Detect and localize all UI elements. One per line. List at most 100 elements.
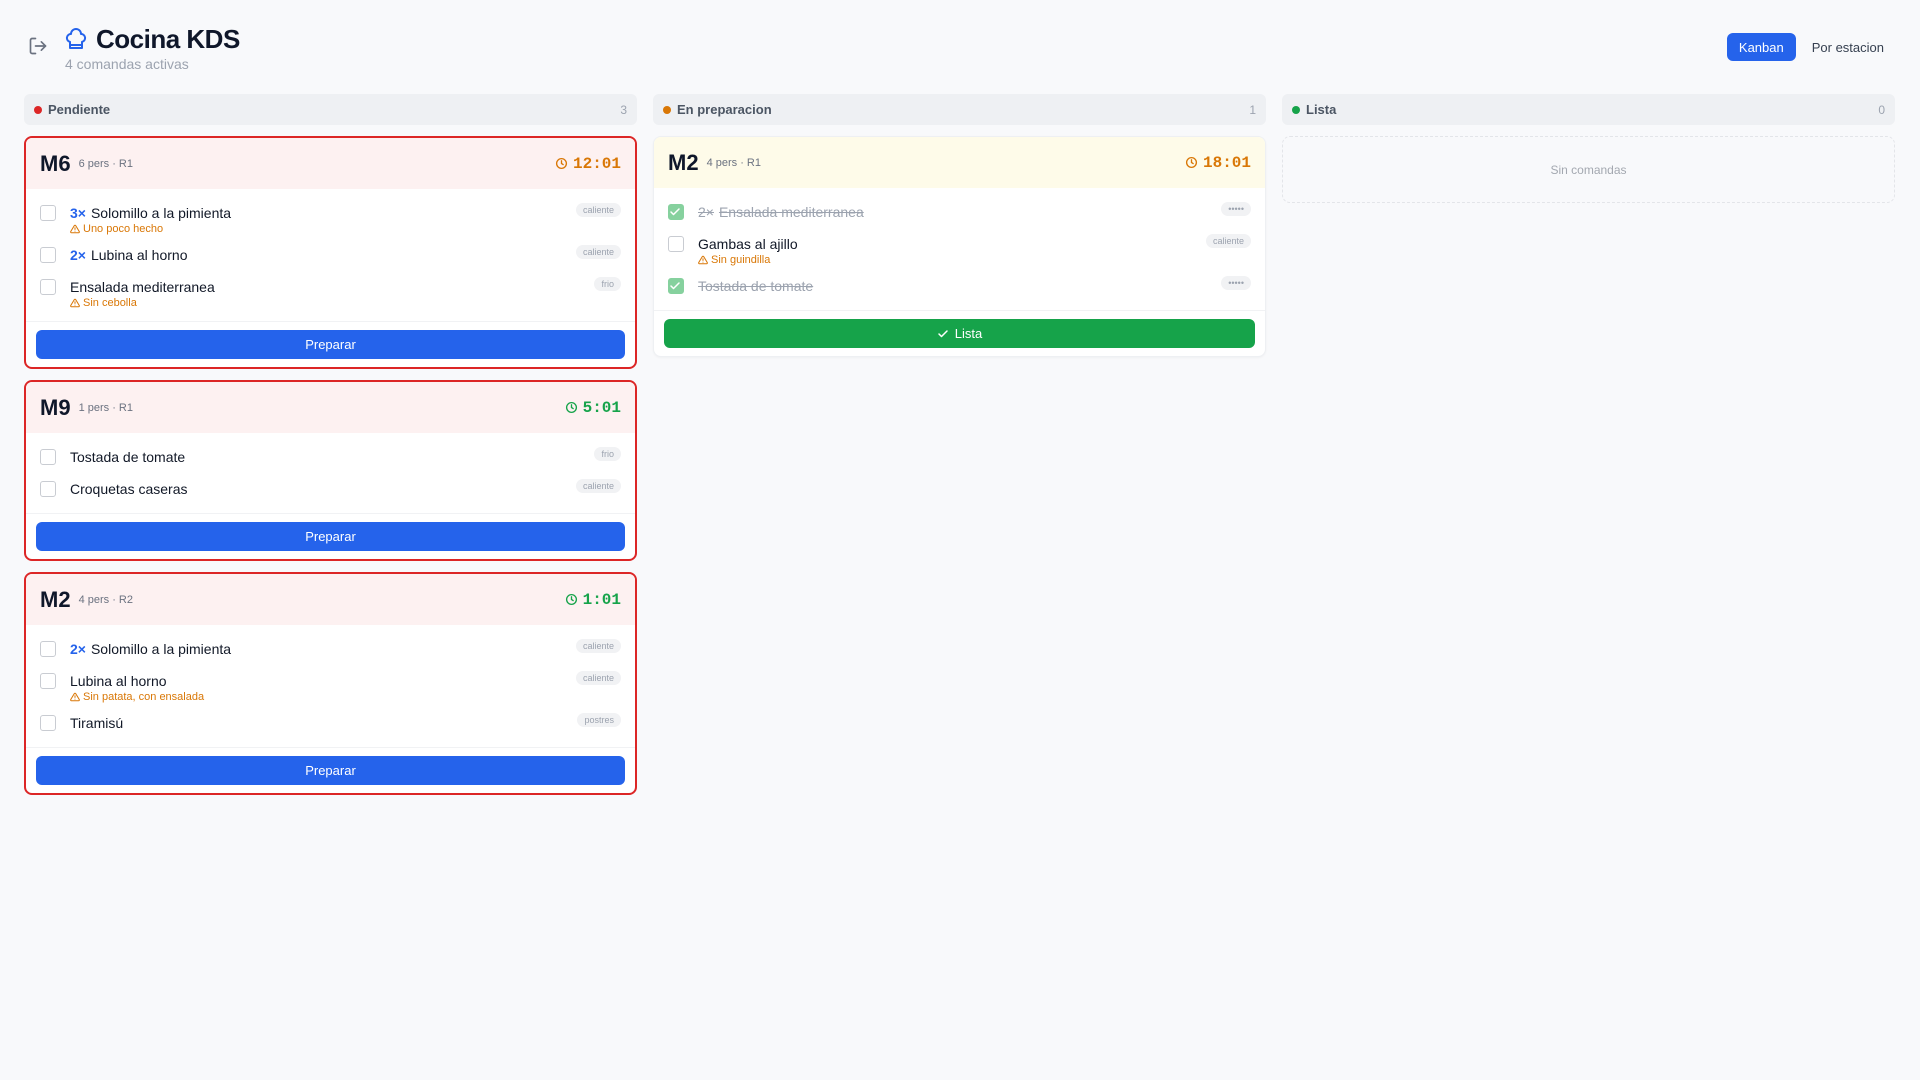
item-name-line: Ensalada mediterranea <box>70 275 621 299</box>
item-name-line: 2× Solomillo a la pimienta <box>70 637 621 661</box>
order-item: Tostada de tomate ••••• <box>668 270 1251 302</box>
clock-icon <box>555 157 568 170</box>
column-title: En preparacion <box>677 102 772 117</box>
action-label: Preparar <box>305 529 356 544</box>
prepare-button[interactable]: Preparar <box>36 756 625 785</box>
title-row: Cocina KDS <box>64 24 240 55</box>
order-items: 2× Solomillo a la pimienta caliente Lubin… <box>26 625 635 748</box>
station-tag: caliente <box>575 479 621 493</box>
item-name: Gambas al ajillo <box>698 236 798 252</box>
item-note: Uno poco hecho <box>70 223 621 235</box>
item-name: Tiramisú <box>70 715 124 731</box>
station-tag: caliente <box>575 639 621 653</box>
station-tag: frio <box>594 447 621 461</box>
check-icon <box>938 329 948 337</box>
item-checkbox[interactable] <box>668 236 684 252</box>
order-card-footer: Preparar <box>26 322 635 367</box>
column-count: 3 <box>620 102 627 117</box>
item-note-text: Sin cebolla <box>83 297 137 309</box>
order-item: Ensalada mediterranea Sin cebolla frio <box>40 271 621 313</box>
column-0: Pendiente 3 M6 6 pers · R1 12:01 3× Solom… <box>24 94 637 795</box>
item-name-line: Tostada de tomate <box>698 274 1251 298</box>
table-number: M2 <box>668 149 699 175</box>
item-checkbox[interactable] <box>668 278 684 294</box>
kanban-board: Pendiente 3 M6 6 pers · R1 12:01 3× Solom… <box>24 94 1896 795</box>
order-item: Tiramisú postres <box>40 707 621 739</box>
column-count: 0 <box>1878 102 1885 117</box>
action-label: Preparar <box>305 763 356 778</box>
check-icon <box>670 208 680 216</box>
station-tag: frio <box>594 277 621 291</box>
order-items: Tostada de tomate frio Croquetas caseras… <box>26 433 635 514</box>
item-checkbox[interactable] <box>668 204 684 220</box>
column-header: Lista 0 <box>1282 94 1895 125</box>
prepare-button[interactable]: Preparar <box>36 330 625 359</box>
item-checkbox[interactable] <box>40 247 56 263</box>
item-checkbox[interactable] <box>40 449 56 465</box>
order-item: Croquetas caseras caliente <box>40 473 621 505</box>
status-dot <box>1292 105 1300 114</box>
page-title: Cocina KDS <box>96 24 240 54</box>
empty-column: Sin comandas <box>1282 136 1895 203</box>
order-timer: 5:01 <box>565 399 621 417</box>
item-quantity: 2× <box>70 247 86 263</box>
prepare-button[interactable]: Preparar <box>36 522 625 551</box>
chef-hat-icon <box>65 27 87 49</box>
item-name-line: Gambas al ajillo <box>698 232 1251 256</box>
logout-icon[interactable] <box>28 36 48 56</box>
order-items: 2× Ensalada mediterranea ••••• Gambas al … <box>654 188 1265 311</box>
kanban-view-button[interactable]: Kanban <box>1726 33 1796 61</box>
item-name-line: Lubina al horno <box>70 669 621 693</box>
item-quantity: 2× <box>70 641 86 657</box>
order-item: Gambas al ajillo Sin guindilla caliente <box>668 228 1251 270</box>
item-note-text: Sin guindilla <box>711 254 771 266</box>
item-name: Solomillo a la pimienta <box>90 205 232 221</box>
item-name-line: Croquetas caseras <box>70 477 621 501</box>
item-name-line: 2× Lubina al horno <box>70 243 621 267</box>
order-item: Tostada de tomate frio <box>40 441 621 473</box>
station-tag: ••••• <box>1221 202 1251 216</box>
order-card[interactable]: M2 4 pers · R2 1:01 2× Solomillo a la pim… <box>24 572 637 795</box>
clock-icon <box>1185 156 1198 169</box>
station-view-button[interactable]: Por estacion <box>1800 33 1896 61</box>
order-item: Lubina al horno Sin patata, con ensalada… <box>40 665 621 707</box>
check-icon <box>670 282 680 290</box>
action-label: Lista <box>954 326 983 341</box>
warning-icon <box>70 692 80 702</box>
item-checkbox[interactable] <box>40 279 56 295</box>
station-tag: postres <box>577 713 621 727</box>
order-items: 3× Solomillo a la pimienta Uno poco hecho… <box>26 189 635 322</box>
warning-icon <box>70 298 80 308</box>
order-card[interactable]: M2 4 pers · R1 18:01 2× Ensalada mediterr… <box>653 136 1266 357</box>
status-dot <box>663 105 671 114</box>
table-number: M6 <box>40 150 71 176</box>
item-checkbox[interactable] <box>40 673 56 689</box>
item-checkbox[interactable] <box>40 715 56 731</box>
column-title: Pendiente <box>48 102 111 117</box>
table-number: M9 <box>40 394 71 420</box>
item-name: Lubina al horno <box>70 673 167 689</box>
table-number: M2 <box>40 586 71 612</box>
order-item: 2× Solomillo a la pimienta caliente <box>40 633 621 665</box>
column-header: En preparacion 1 <box>653 94 1266 125</box>
order-item: 2× Ensalada mediterranea ••••• <box>668 196 1251 228</box>
item-quantity: 3× <box>70 205 86 221</box>
clock-icon <box>565 593 577 606</box>
item-checkbox[interactable] <box>40 205 56 221</box>
mark-ready-button[interactable]: Lista <box>664 319 1255 348</box>
order-card[interactable]: M9 1 pers · R1 5:01 Tostada de tomate fr… <box>24 380 637 561</box>
order-meta: 4 pers · R1 <box>706 156 761 169</box>
item-checkbox[interactable] <box>40 481 56 497</box>
order-item: 3× Solomillo a la pimienta Uno poco hecho… <box>40 197 621 239</box>
item-checkbox[interactable] <box>40 641 56 657</box>
order-card-header: M2 4 pers · R2 1:01 <box>26 574 635 625</box>
order-meta: 1 pers · R1 <box>78 401 133 414</box>
timer-value: 1:01 <box>582 590 621 609</box>
order-meta: 6 pers · R1 <box>78 157 133 170</box>
column-title: Lista <box>1306 102 1337 117</box>
item-name: Croquetas caseras <box>70 481 188 497</box>
order-card[interactable]: M6 6 pers · R1 12:01 3× Solomillo a la pi… <box>24 136 637 369</box>
column-2: Lista 0 Sin comandas <box>1282 94 1895 795</box>
order-timer: 1:01 <box>565 591 621 609</box>
timer-value: 18:01 <box>1202 153 1251 172</box>
